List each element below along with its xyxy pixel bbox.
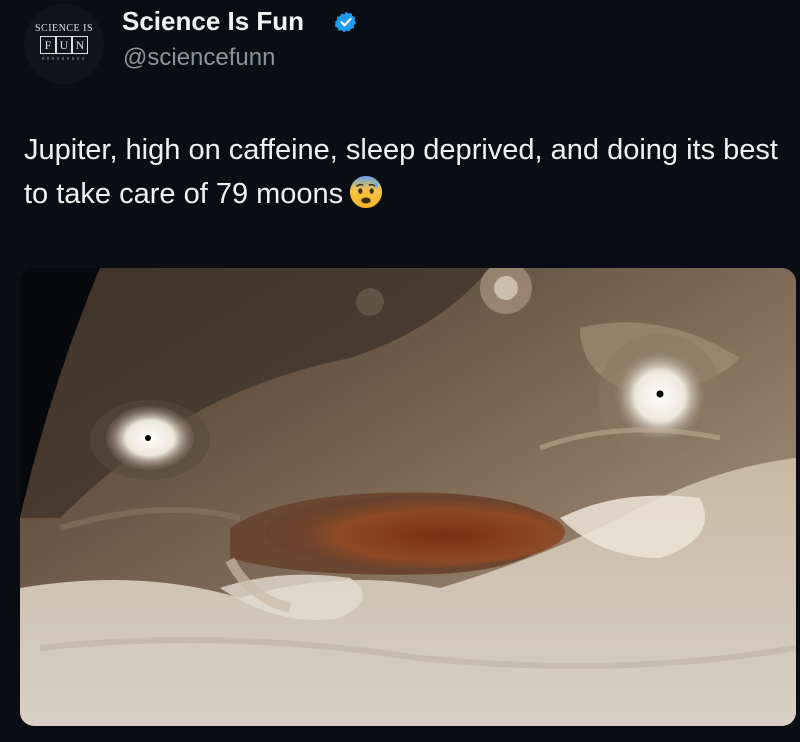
avatar-letters: F U N: [40, 35, 88, 54]
tweet-text: Jupiter, high on caffeine, sleep deprive…: [24, 128, 784, 216]
avatar-letter: N: [72, 35, 88, 54]
avatar-top-text: SCIENCE IS: [34, 22, 94, 34]
display-name[interactable]: Science Is Fun: [122, 6, 304, 37]
tweet-body: Jupiter, high on caffeine, sleep deprive…: [24, 134, 778, 210]
media-image[interactable]: [20, 268, 796, 726]
tweet: SCIENCE IS F U N Science Is Fun @science…: [0, 0, 800, 742]
anxious-face-emoji-icon: [350, 175, 383, 209]
handle[interactable]: @sciencefunn: [123, 44, 275, 72]
verified-badge-icon: [334, 11, 357, 33]
avatar-letter: F: [40, 35, 56, 54]
avatar-decoration: [42, 56, 86, 60]
jupiter-face-illustration: [20, 268, 796, 726]
avatar[interactable]: SCIENCE IS F U N: [24, 4, 104, 84]
avatar-letter: U: [56, 35, 72, 54]
